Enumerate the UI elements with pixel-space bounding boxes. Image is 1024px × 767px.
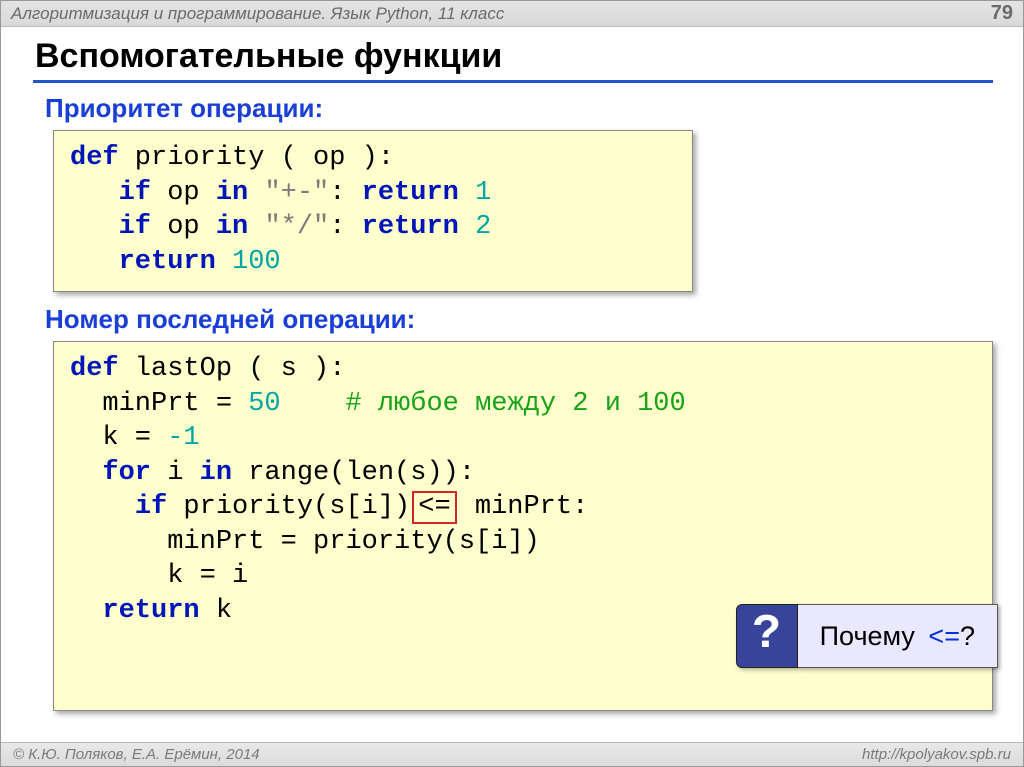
course-title: Алгоритмизация и программирование. Язык … <box>11 4 504 24</box>
section1-heading: Приоритет операции: <box>45 93 993 124</box>
slide-title: Вспомогательные функции <box>33 33 993 83</box>
kw-def: def <box>70 143 119 173</box>
content-area: Вспомогательные функции Приоритет операц… <box>1 27 1023 711</box>
code-text: op <box>151 212 216 242</box>
kw-if: if <box>135 492 167 522</box>
str-lit: "*/" <box>264 212 329 242</box>
code-priority: def priority ( op ): if op in "+-": retu… <box>53 130 693 292</box>
kw-return: return <box>362 212 459 242</box>
code-text <box>70 492 135 522</box>
str-lit: "+-" <box>264 178 329 208</box>
code-text <box>70 596 102 626</box>
code-text <box>248 178 264 208</box>
code-text: priority <box>119 143 265 173</box>
copyright: © К.Ю. Поляков, Е.А. Ерёмин, 2014 <box>13 746 260 763</box>
kw-if: if <box>119 178 151 208</box>
code-text <box>248 212 264 242</box>
code-text <box>459 178 475 208</box>
code-text: lastOp <box>119 354 232 384</box>
callout-tail: ? <box>960 619 975 654</box>
kw-for: for <box>102 458 151 488</box>
question-mark-icon: ? <box>736 604 798 667</box>
code-text <box>70 247 119 277</box>
kw-def: def <box>70 354 119 384</box>
code-text: minPrt = <box>70 389 248 419</box>
code-lastop: def lastOp ( s ): minPrt = 50 # любое ме… <box>53 341 993 710</box>
callout-prefix: Почему <box>820 619 923 654</box>
code-text <box>216 247 232 277</box>
callout-question: ? Почему <=? <box>736 604 998 667</box>
num-lit: 50 <box>248 389 280 419</box>
code-text <box>70 212 119 242</box>
callout-operator: <= <box>928 619 960 654</box>
kw-if: if <box>119 212 151 242</box>
code-text: k = <box>70 423 167 453</box>
slide: Алгоритмизация и программирование. Язык … <box>0 0 1024 767</box>
kw-return: return <box>119 247 216 277</box>
highlight-operator: <= <box>412 491 456 523</box>
code-text: ( op ): <box>264 143 394 173</box>
kw-in: in <box>216 212 248 242</box>
code-text: : <box>329 178 361 208</box>
code-text: k = i <box>70 561 248 591</box>
kw-in: in <box>216 178 248 208</box>
comment: # любое между 2 и 100 <box>345 389 685 419</box>
kw-return: return <box>362 178 459 208</box>
code-text: : <box>329 212 361 242</box>
code-text: range(len(s)): <box>232 458 475 488</box>
code-text: i <box>151 458 200 488</box>
kw-return: return <box>102 596 199 626</box>
num-lit: 2 <box>475 212 491 242</box>
header-bar: Алгоритмизация и программирование. Язык … <box>1 1 1023 27</box>
code-text: k <box>200 596 232 626</box>
code-text <box>459 212 475 242</box>
code-text <box>70 178 119 208</box>
code-text: priority(s[i]) <box>167 492 410 522</box>
page-number: 79 <box>991 2 1013 25</box>
code-text <box>70 458 102 488</box>
code-text: op <box>151 178 216 208</box>
code-text: minPrt: <box>459 492 589 522</box>
code-text <box>281 389 346 419</box>
code-text: minPrt = priority(s[i]) <box>70 527 540 557</box>
footer-bar: © К.Ю. Поляков, Е.А. Ерёмин, 2014 http:/… <box>1 742 1023 766</box>
num-lit: -1 <box>167 423 199 453</box>
kw-in: in <box>200 458 232 488</box>
section2-heading: Номер последней операции: <box>45 304 993 335</box>
callout-text: Почему <=? <box>798 604 998 667</box>
footer-url: http://kpolyakov.spb.ru <box>862 746 1011 763</box>
num-lit: 1 <box>475 178 491 208</box>
code-text: ( s ): <box>232 354 345 384</box>
num-lit: 100 <box>232 247 281 277</box>
